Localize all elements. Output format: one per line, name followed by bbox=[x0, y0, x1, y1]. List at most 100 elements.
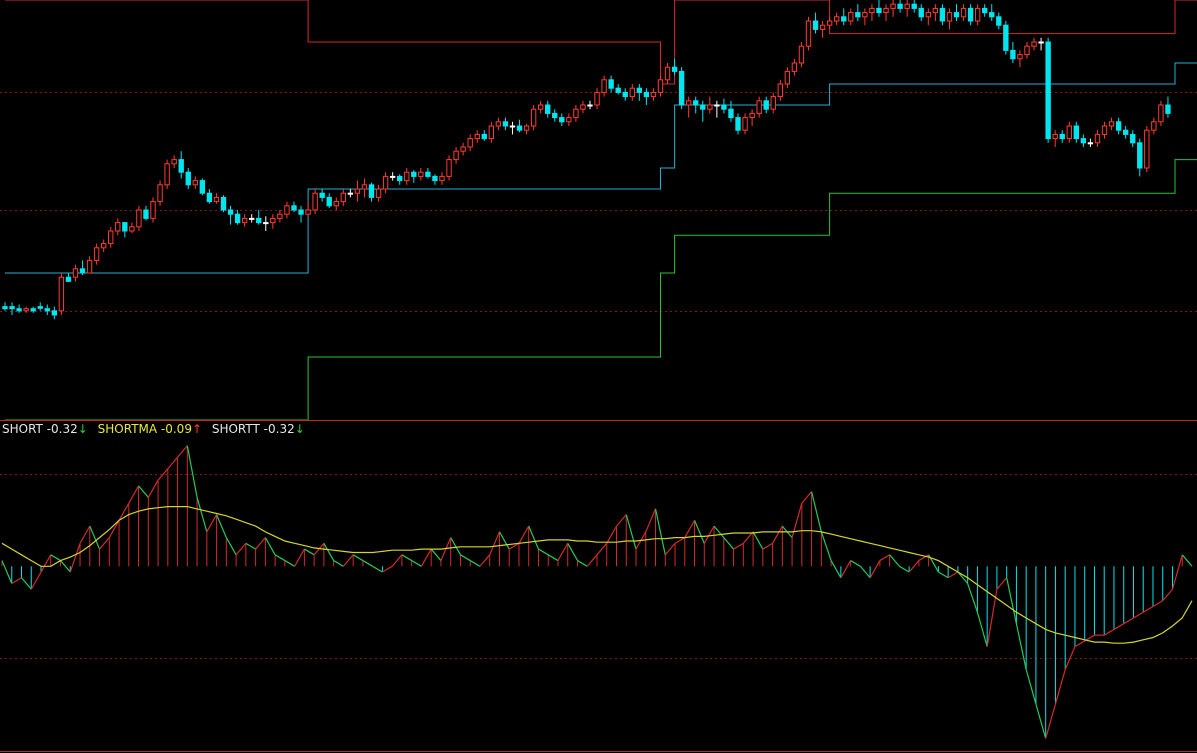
price-panel[interactable] bbox=[0, 0, 1197, 421]
short-line-segment bbox=[957, 571, 969, 584]
short-line-segment bbox=[1006, 577, 1018, 624]
candle-body bbox=[509, 125, 516, 128]
candle bbox=[37, 302, 43, 311]
short-line-segment bbox=[89, 525, 101, 550]
candle bbox=[361, 178, 368, 198]
candle-body bbox=[826, 20, 833, 26]
candle bbox=[798, 42, 805, 68]
candle-body bbox=[1059, 133, 1065, 140]
candle bbox=[1059, 130, 1065, 143]
candle-body bbox=[136, 209, 142, 228]
candle-body bbox=[693, 100, 699, 106]
candle-body bbox=[397, 175, 403, 182]
candle-body bbox=[129, 226, 135, 232]
candle-body bbox=[996, 16, 1002, 26]
candle bbox=[812, 12, 819, 34]
candle-body bbox=[601, 79, 607, 93]
short-line-segment bbox=[908, 560, 920, 573]
short-line-segment bbox=[518, 525, 530, 544]
candle bbox=[770, 92, 776, 114]
short-line-segment bbox=[1133, 611, 1144, 619]
trading-chart[interactable] bbox=[0, 0, 1197, 753]
candle bbox=[700, 100, 706, 122]
candle-body bbox=[30, 308, 36, 312]
short-line-segment bbox=[791, 502, 803, 538]
short-line-segment bbox=[352, 554, 364, 562]
candle-body bbox=[157, 184, 163, 203]
candle-body bbox=[16, 308, 22, 312]
short-line-segment bbox=[21, 577, 32, 590]
candle-body bbox=[44, 308, 50, 312]
candle bbox=[601, 75, 607, 97]
candle bbox=[1024, 42, 1030, 59]
short-line-segment bbox=[723, 537, 735, 550]
candle bbox=[333, 197, 339, 210]
candle-body bbox=[65, 276, 72, 282]
candle-body bbox=[354, 188, 361, 194]
short-line-segment bbox=[255, 537, 266, 550]
candle-body bbox=[1017, 54, 1023, 60]
candle bbox=[213, 193, 220, 204]
candle-body bbox=[594, 91, 600, 106]
short-line-segment bbox=[567, 543, 579, 561]
candle-body bbox=[1003, 24, 1009, 51]
candle bbox=[319, 189, 325, 202]
candle-body bbox=[171, 159, 177, 165]
short-line-segment bbox=[703, 525, 715, 544]
candle bbox=[685, 96, 692, 118]
short-line-segment bbox=[713, 525, 725, 538]
candle-body bbox=[199, 180, 206, 194]
candle bbox=[657, 75, 664, 97]
short-line-segment bbox=[664, 542, 676, 556]
candle-body bbox=[883, 7, 889, 14]
candle-body bbox=[1080, 138, 1087, 144]
candle bbox=[841, 8, 847, 26]
candle-body bbox=[559, 117, 565, 123]
candle bbox=[305, 201, 311, 217]
candle bbox=[277, 210, 283, 223]
short-line-segment bbox=[772, 525, 783, 544]
candle-body bbox=[735, 117, 741, 131]
candle bbox=[545, 100, 551, 118]
candle-body bbox=[446, 159, 452, 177]
candle-body bbox=[749, 112, 755, 119]
short-line-segment bbox=[811, 491, 822, 532]
candle bbox=[1130, 130, 1136, 147]
candle-body bbox=[192, 180, 198, 186]
candle-body bbox=[537, 104, 544, 110]
candle bbox=[453, 147, 459, 164]
candle bbox=[777, 79, 783, 101]
short-indicator-panel[interactable] bbox=[0, 445, 1197, 739]
short-line-segment bbox=[1074, 640, 1086, 648]
candle-body bbox=[1094, 133, 1101, 144]
shortt-legend: SHORTT -0.32↓ bbox=[212, 422, 305, 436]
candle-body bbox=[834, 16, 840, 22]
candle bbox=[1080, 134, 1087, 147]
candle bbox=[432, 174, 438, 185]
candle-body bbox=[58, 276, 65, 312]
short-line-segment bbox=[899, 565, 910, 573]
candle bbox=[439, 172, 445, 185]
candle bbox=[488, 121, 495, 143]
candle-body bbox=[100, 243, 107, 249]
candle-body bbox=[404, 171, 410, 182]
candle bbox=[136, 205, 142, 231]
candle bbox=[883, 4, 889, 21]
candle bbox=[249, 214, 255, 223]
candle bbox=[256, 210, 262, 225]
candle-body bbox=[213, 196, 220, 203]
candle bbox=[347, 189, 354, 198]
candle bbox=[44, 304, 50, 315]
candle-body bbox=[960, 7, 967, 18]
candle bbox=[192, 176, 198, 189]
candle bbox=[939, 4, 946, 26]
candle bbox=[678, 67, 685, 110]
candle-body bbox=[1024, 45, 1030, 56]
short-line-segment bbox=[528, 525, 540, 550]
short-line-segment bbox=[547, 554, 559, 562]
candle bbox=[270, 214, 276, 229]
short-line-segment bbox=[616, 514, 627, 527]
candle-body bbox=[812, 20, 819, 30]
candle bbox=[100, 239, 107, 252]
short-line-segment bbox=[225, 537, 237, 556]
